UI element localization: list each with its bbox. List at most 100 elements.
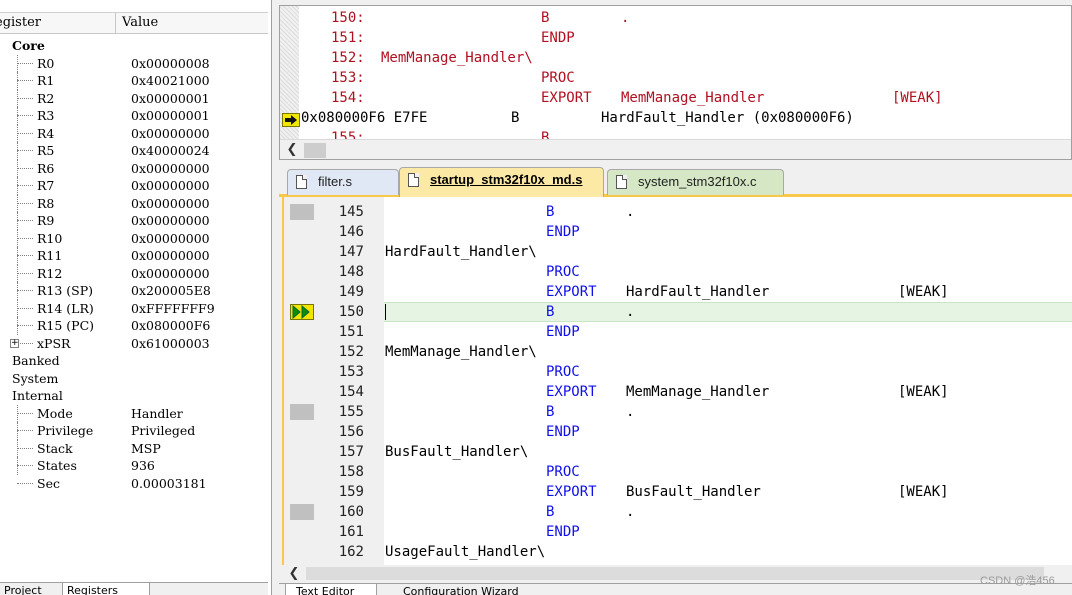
register-value[interactable]: 0x080000F6 xyxy=(131,317,210,335)
disassembly-source-line[interactable]: 153: PROC xyxy=(280,68,1060,88)
register-value[interactable]: 0x00000000 xyxy=(131,177,210,195)
register-value[interactable]: 0x00000000 xyxy=(131,125,210,143)
code-line[interactable]: 161 ENDP xyxy=(284,522,1072,542)
register-row[interactable]: R14 (LR) 0xFFFFFFF9 xyxy=(0,299,268,318)
register-value[interactable]: 0x00000001 xyxy=(131,107,210,125)
register-value[interactable]: 0x00000001 xyxy=(131,90,210,108)
register-row[interactable]: States 936 xyxy=(0,457,268,475)
code-line[interactable]: 156 ENDP xyxy=(284,422,1072,442)
register-row[interactable]: Sec 0.00003181 xyxy=(0,475,268,493)
code-line[interactable]: 148 PROC xyxy=(284,262,1072,282)
disassembly-source-line[interactable]: 151: ENDP xyxy=(280,28,1060,48)
code-line[interactable]: 146 ENDP xyxy=(284,222,1072,242)
register-row[interactable]: Internal xyxy=(0,387,268,405)
editor-horizontal-scrollbar[interactable]: ❮ xyxy=(282,565,1072,583)
register-row[interactable]: R5 0x40000024 xyxy=(0,142,268,160)
expand-icon[interactable]: + xyxy=(10,338,19,348)
register-value[interactable]: 0x40021000 xyxy=(131,72,210,90)
scroll-thumb[interactable] xyxy=(304,143,326,158)
register-row[interactable]: Privilege Privileged xyxy=(0,422,268,440)
code-line[interactable]: 159 EXPORT BusFault_Handler [WEAK] xyxy=(284,482,1072,502)
register-name: Sec xyxy=(37,475,60,491)
disassembly-horizontal-scrollbar[interactable]: ❮ xyxy=(280,139,1071,159)
value-column-header[interactable]: Value xyxy=(116,13,268,33)
register-value[interactable]: 936 xyxy=(131,457,155,475)
tab-project[interactable]: Project xyxy=(4,583,56,595)
code-line[interactable]: 149 EXPORT HardFault_Handler [WEAK] xyxy=(284,282,1072,302)
register-value[interactable]: 0x00000000 xyxy=(131,160,210,178)
register-value[interactable]: Handler xyxy=(131,405,183,423)
register-row[interactable]: R11 0x00000000 xyxy=(0,247,268,265)
code-line[interactable]: 152 MemManage_Handler\ xyxy=(284,342,1072,362)
register-row[interactable]: R1 0x40021000 xyxy=(0,72,268,90)
scroll-left-icon[interactable]: ❮ xyxy=(282,140,302,159)
register-value[interactable]: 0xFFFFFFF9 xyxy=(131,300,215,318)
code-line[interactable]: 162 UsageFault_Handler\ xyxy=(284,542,1072,562)
code-line[interactable]: 160 B. xyxy=(284,502,1072,522)
register-row[interactable]: R15 (PC) 0x080000F6 xyxy=(0,317,268,335)
tab-system-stm32f10x-c[interactable]: system_stm32f10x.c xyxy=(607,169,784,195)
register-row[interactable]: R3 0x00000001 xyxy=(0,107,268,125)
tab-startup-stm32f10x-md-s[interactable]: startup_stm32f10x_md.s xyxy=(399,167,604,197)
tab-text-editor[interactable]: Text Editor xyxy=(285,584,377,595)
register-value[interactable]: 0x00000000 xyxy=(131,247,210,265)
register-value[interactable]: 0x61000003 xyxy=(131,335,210,353)
register-value[interactable]: 0x00000000 xyxy=(131,212,210,230)
register-column-header[interactable]: egister xyxy=(0,13,116,33)
tab-configuration-wizard[interactable]: Configuration Wizard xyxy=(383,584,553,595)
register-value[interactable]: 0x40000024 xyxy=(131,142,210,160)
register-value[interactable]: 0x00000000 xyxy=(131,230,210,248)
register-row[interactable]: Stack MSP xyxy=(0,439,268,458)
register-row[interactable]: R0 0x00000008 xyxy=(0,54,268,73)
register-value[interactable]: 0x00000000 xyxy=(131,265,210,283)
register-row[interactable]: Banked xyxy=(0,352,268,370)
tab-registers[interactable]: Registers xyxy=(62,583,150,595)
code-keyword: EXPORT xyxy=(546,484,597,500)
code-line[interactable]: 150 B. xyxy=(284,302,1072,322)
disassembly-num: 152: xyxy=(331,50,365,66)
register-row[interactable]: R9 0x00000000 xyxy=(0,212,268,230)
code-line[interactable]: 153 PROC xyxy=(284,362,1072,382)
code-editor[interactable]: 145 B. 146 ENDP 147 HardFault_Handler\ 148 PROC… xyxy=(282,197,1072,565)
register-value[interactable]: Privileged xyxy=(131,422,195,440)
register-row[interactable]: R10 0x00000000 xyxy=(0,229,268,248)
register-row[interactable]: R6 0x00000000 xyxy=(0,159,268,178)
register-row[interactable]: Core xyxy=(0,37,268,55)
gutter-marker[interactable] xyxy=(290,504,314,520)
code-keyword: ENDP xyxy=(546,324,580,340)
register-row[interactable]: R13 (SP) 0x200005E8 xyxy=(0,282,268,300)
disassembly-source-line[interactable]: 150: B. xyxy=(280,8,1060,28)
code-line[interactable]: 154 EXPORT MemManage_Handler [WEAK] xyxy=(284,382,1072,402)
code-line[interactable]: 147 HardFault_Handler\ xyxy=(284,242,1072,262)
editor-bottom-tabs: Text Editor Configuration Wizard xyxy=(279,583,1072,595)
code-line[interactable]: 151 ENDP xyxy=(284,322,1072,342)
register-row[interactable]: R8 0x00000000 xyxy=(0,194,268,213)
scroll-left-icon[interactable]: ❮ xyxy=(284,564,304,584)
disassembly-source-line[interactable]: 152: MemManage_Handler\ xyxy=(280,48,1060,68)
register-value[interactable]: 0.00003181 xyxy=(131,475,207,493)
code-line[interactable]: 145 B. xyxy=(284,202,1072,222)
code-line[interactable]: 157 BusFault_Handler\ xyxy=(284,442,1072,462)
line-number: 158 xyxy=(338,464,364,480)
register-value[interactable]: 0x00000000 xyxy=(131,195,210,213)
code-line[interactable]: 158 PROC xyxy=(284,462,1072,482)
register-row[interactable]: R4 0x00000000 xyxy=(0,124,268,143)
code-attribute: [WEAK] xyxy=(898,384,949,400)
gutter-marker[interactable] xyxy=(290,204,314,220)
register-value[interactable]: 0x200005E8 xyxy=(131,282,211,300)
register-name: R1 xyxy=(37,73,55,88)
register-row[interactable]: Mode Handler xyxy=(0,404,268,423)
register-row[interactable]: R12 0x00000000 xyxy=(0,264,268,283)
register-row[interactable]: System xyxy=(0,370,268,388)
tab-filter-s[interactable]: filter.s xyxy=(287,169,399,195)
scroll-thumb[interactable] xyxy=(306,567,1044,580)
disassembly-source-line[interactable]: 154: EXPORT MemManage_Handler [WEAK] xyxy=(280,88,1060,108)
register-row[interactable]: R7 0x00000000 xyxy=(0,177,268,195)
code-line[interactable]: 155 B. xyxy=(284,402,1072,422)
gutter-marker[interactable] xyxy=(290,404,314,420)
register-row[interactable]: R2 0x00000001 xyxy=(0,89,268,108)
register-value[interactable]: 0x00000008 xyxy=(131,55,210,73)
disassembly-instruction[interactable]: 0x080000F6 E7FE B HardFault_Handler (0x080… xyxy=(280,108,1060,128)
register-value[interactable]: MSP xyxy=(131,440,161,458)
register-row[interactable]: + xPSR 0x61000003 xyxy=(0,335,268,353)
